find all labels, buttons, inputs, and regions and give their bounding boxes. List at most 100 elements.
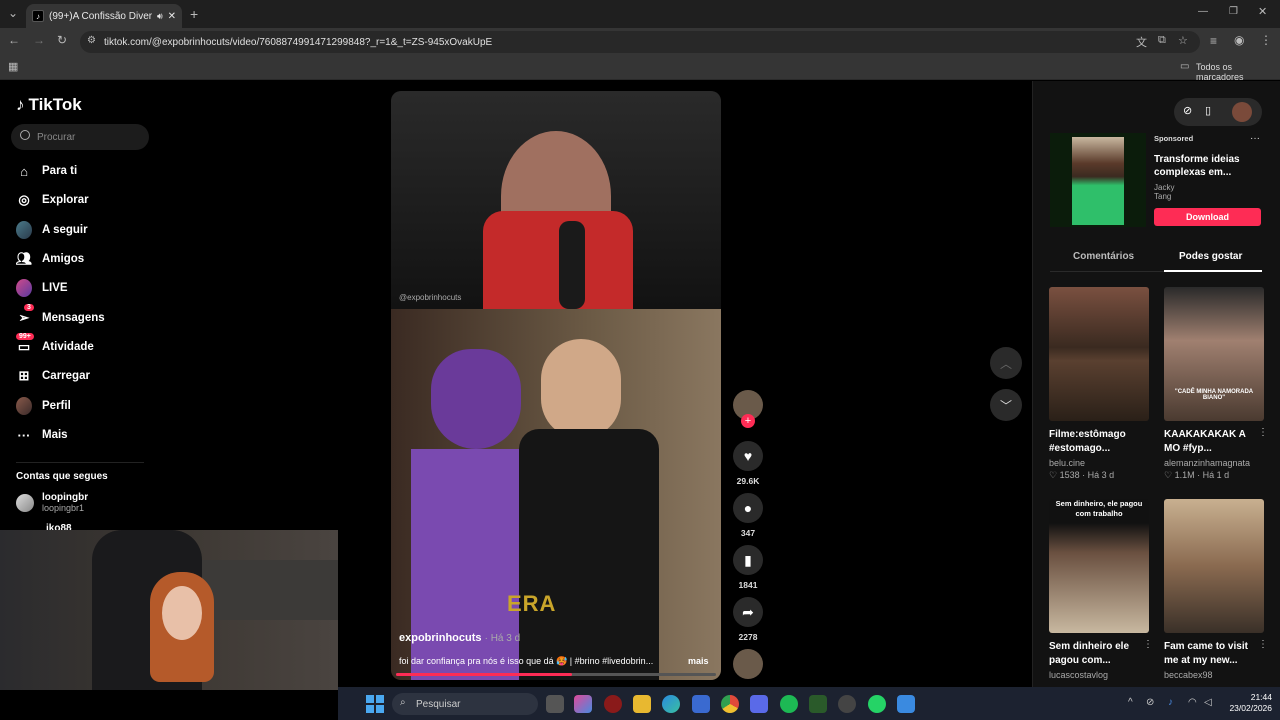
account-icon[interactable]: ◉	[1234, 33, 1244, 47]
recommended-card[interactable]: Sem dinheiro, ele pagou com trabalho Sem…	[1049, 499, 1153, 680]
sidebar-item-mais[interactable]: ··· Mais	[16, 424, 156, 446]
sidebar-item-carregar[interactable]: ⊞ Carregar	[16, 365, 156, 387]
discord-icon[interactable]	[750, 695, 768, 713]
store-icon[interactable]	[692, 695, 710, 713]
sidebar-item-amigos[interactable]: 👥︎ Amigos	[16, 248, 156, 270]
app-icon[interactable]	[809, 695, 827, 713]
video-progress-bar[interactable]	[396, 673, 716, 676]
app-icon[interactable]	[604, 695, 622, 713]
card-thumbnail[interactable]	[1164, 499, 1264, 633]
card-options-icon[interactable]: ⋮	[1258, 639, 1268, 650]
taskbar-clock[interactable]: 21:44 23/02/2026	[1222, 692, 1272, 714]
site-info-icon[interactable]: ⚙	[87, 35, 96, 46]
sidebar-item-atividade[interactable]: ▭ 99+ Atividade	[16, 333, 156, 358]
card-title[interactable]: Filme:estômago #estomago...	[1049, 428, 1141, 456]
card-author[interactable]: alemanzinhamagnata	[1164, 458, 1264, 468]
chrome-icon[interactable]	[721, 695, 739, 713]
taskbar-search[interactable]: ⌕ Pesquisar	[392, 693, 538, 715]
ad-options-icon[interactable]: ···	[1250, 133, 1260, 144]
recommended-card[interactable]: Fam came to visit me at my new... ⋮ becc…	[1164, 499, 1268, 680]
tab-comentarios[interactable]: Comentários	[1073, 251, 1134, 262]
share-button[interactable]: ➦	[733, 597, 763, 627]
forward-icon[interactable]: →	[33, 33, 45, 47]
follow-plus-icon[interactable]: +	[741, 414, 755, 428]
sidebar-item-mensagens[interactable]: ➢ 3 Mensagens	[16, 304, 156, 329]
browser-tab[interactable]: ♪ (99+)A Confissão Divertida 🔊︎ ✕	[26, 4, 182, 28]
apps-grid-icon[interactable]: ▦	[8, 60, 18, 73]
edge-icon[interactable]	[662, 695, 680, 713]
recommended-card[interactable]: "CADÊ MINHA NAMORADA BIANO" KAAKAKAKAK A…	[1164, 287, 1268, 481]
sidebar-item-a-seguir[interactable]: A seguir	[16, 219, 156, 241]
new-tab-icon[interactable]: +	[190, 6, 198, 22]
like-button[interactable]: ♥	[733, 441, 763, 471]
translate-icon[interactable]: 文	[1136, 34, 1147, 50]
windows-start-icon[interactable]	[366, 695, 384, 713]
card-author[interactable]: belu.cine	[1049, 458, 1149, 468]
maximize-icon[interactable]: ❐	[1229, 6, 1238, 17]
bookmark-star-icon[interactable]: ☆	[1178, 34, 1188, 47]
author-name[interactable]: expobrinhocuts	[399, 632, 482, 644]
sidebar-item-explorar[interactable]: ◎ Explorar	[16, 189, 156, 211]
download-button[interactable]: Download	[1154, 208, 1261, 226]
bookmarks-bar: ▦ ▭ Todos os marcadores	[0, 56, 1280, 82]
spotify-icon[interactable]	[780, 695, 798, 713]
card-thumbnail[interactable]: Sem dinheiro, ele pagou com trabalho	[1049, 499, 1149, 633]
sponsored-label: Sponsored	[1154, 134, 1194, 143]
user-avatar[interactable]	[1232, 102, 1252, 122]
card-thumbnail[interactable]	[1049, 287, 1149, 421]
follow-item[interactable]: loopingbr loopingbr1	[16, 493, 88, 513]
music-disc-avatar[interactable]	[733, 649, 763, 679]
caption-more-button[interactable]: mais	[688, 656, 709, 666]
speaker-icon[interactable]: 🔊︎	[157, 11, 163, 22]
save-button[interactable]: ▮	[733, 545, 763, 575]
tab-podes-gostar[interactable]: Podes gostar	[1179, 251, 1242, 262]
search-input[interactable]: Procurar	[11, 124, 149, 150]
media-control-icon[interactable]: ≡	[1210, 34, 1217, 48]
tab-close-icon[interactable]: ✕	[168, 11, 176, 22]
card-title[interactable]: KAAKAKAKAK A MO #fyp...	[1164, 428, 1256, 456]
window-close-icon[interactable]: ✕	[1258, 5, 1267, 18]
all-bookmarks-link[interactable]: Todos os marcadores	[1196, 62, 1280, 82]
comment-button[interactable]: ●	[733, 493, 763, 523]
card-author[interactable]: lucascostavlog	[1049, 670, 1149, 680]
recommended-card[interactable]: Filme:estômago #estomago... belu.cine ♡ …	[1049, 287, 1149, 481]
back-icon[interactable]: ←	[8, 33, 20, 47]
next-video-button[interactable]: ﹀	[990, 389, 1022, 421]
volume-icon[interactable]: ◁	[1204, 697, 1212, 708]
tab-list-icon[interactable]: ⌄	[8, 6, 18, 20]
video-author[interactable]: expobrinhocuts · Há 3 d	[399, 632, 520, 644]
previous-video-button[interactable]: ︿	[990, 347, 1022, 379]
video-player[interactable]: @expobrinhocuts ERA expobrinhocuts · Há …	[391, 91, 721, 680]
card-title[interactable]: Fam came to visit me at my new...	[1164, 640, 1256, 668]
widgets-icon[interactable]	[574, 695, 592, 713]
file-explorer-icon[interactable]	[633, 695, 651, 713]
install-app-icon[interactable]: ⧉	[1158, 34, 1166, 47]
reload-icon[interactable]: ↻	[57, 33, 67, 47]
card-options-icon[interactable]: ⋮	[1258, 427, 1268, 438]
compass-icon[interactable]: ⊘	[1183, 104, 1192, 117]
obs-icon[interactable]	[838, 695, 856, 713]
card-author[interactable]: beccabex98	[1164, 670, 1264, 680]
sidebar-item-live[interactable]: LIVE	[16, 277, 156, 299]
mic-icon[interactable]: ♪	[1168, 697, 1173, 708]
tray-icon[interactable]: ⊘	[1146, 697, 1154, 708]
notepad-icon[interactable]	[897, 695, 915, 713]
whatsapp-icon[interactable]	[868, 695, 886, 713]
card-thumbnail[interactable]: "CADÊ MINHA NAMORADA BIANO"	[1164, 287, 1264, 421]
tray-chevron-icon[interactable]: ^	[1128, 697, 1133, 708]
sidebar-item-perfil[interactable]: Perfil	[16, 395, 156, 417]
ad-thumbnail[interactable]	[1050, 133, 1146, 227]
sidebar-item-label: Mensagens	[42, 312, 105, 324]
card-options-icon[interactable]: ⋮	[1143, 639, 1153, 650]
avatar	[16, 494, 34, 512]
url-field[interactable]: ⚙ tiktok.com/@expobrinhocuts/video/76088…	[80, 31, 1200, 53]
menu-dots-icon[interactable]: ⋮	[1260, 33, 1272, 47]
task-view-icon[interactable]	[546, 695, 564, 713]
wifi-icon[interactable]: ◠	[1188, 697, 1197, 708]
ad-title[interactable]: Transforme ideias complexas em...	[1154, 153, 1244, 179]
card-title[interactable]: Sem dinheiro ele pagou com...	[1049, 640, 1141, 668]
tiktok-logo[interactable]: ♪ TikTok	[16, 95, 82, 115]
minimize-icon[interactable]: —	[1198, 6, 1208, 17]
phone-icon[interactable]: ▯	[1205, 104, 1211, 117]
sidebar-item-para-ti[interactable]: ⌂ Para ti	[16, 160, 156, 182]
